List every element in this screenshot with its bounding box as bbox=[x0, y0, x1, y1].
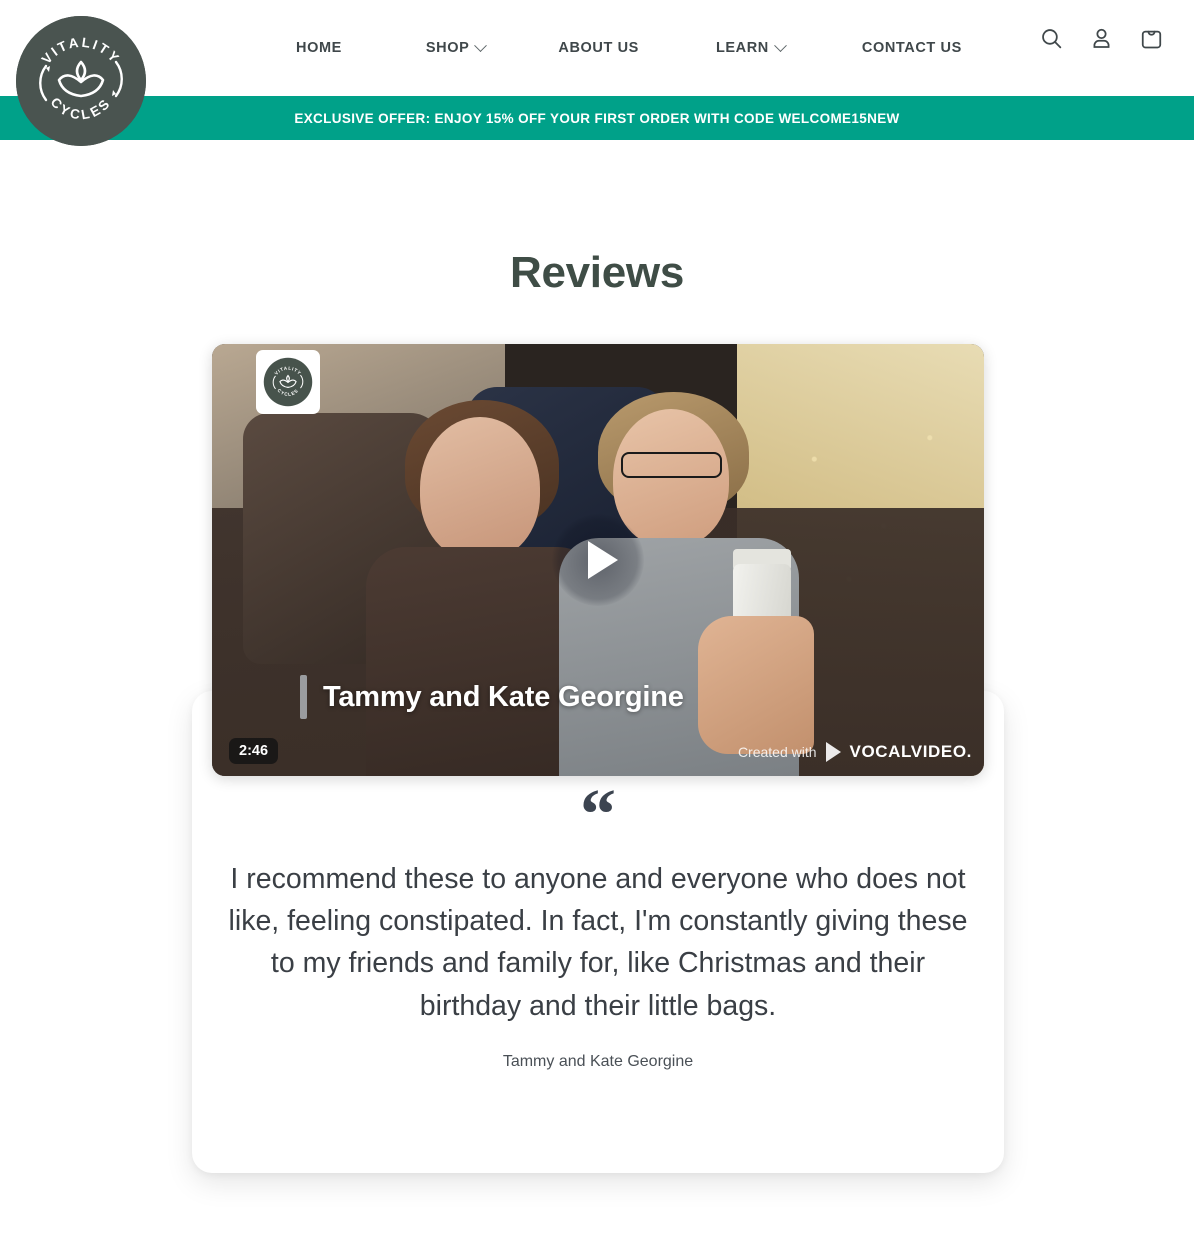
nav-label-contact-us: CONTACT US bbox=[861, 40, 962, 56]
main-navigation: HOME SHOP ABOUT US LEARN CONTACT US bbox=[296, 34, 962, 62]
vitality-cycles-logo-icon: VITALITY CYCLES bbox=[16, 16, 146, 146]
created-with-label: Created with bbox=[737, 744, 817, 760]
nav-label-learn: LEARN bbox=[715, 40, 769, 56]
site-header: VITALITY CYCLES HOME SHOP ABOUT US LEARN bbox=[0, 0, 1194, 146]
cart-icon[interactable] bbox=[1139, 26, 1164, 51]
video-watermark-logo: VITALITY CYCLES bbox=[256, 350, 320, 414]
video-caption: Tammy and Kate Georgine bbox=[300, 675, 684, 719]
brand-logo[interactable]: VITALITY CYCLES bbox=[16, 16, 146, 146]
review-quote-text: I recommend these to anyone and everyone… bbox=[228, 863, 968, 1022]
chevron-down-icon bbox=[774, 38, 787, 52]
nav-item-home[interactable]: HOME bbox=[296, 34, 342, 62]
promo-banner: EXCLUSIVE OFFER: ENJOY 15% OFF YOUR FIRS… bbox=[0, 96, 1194, 140]
promo-banner-text: EXCLUSIVE OFFER: ENJOY 15% OFF YOUR FIRS… bbox=[294, 110, 900, 126]
quote-mark-icon: “ bbox=[580, 774, 616, 854]
header-icon-group bbox=[1039, 26, 1164, 51]
play-triangle-icon bbox=[587, 541, 618, 579]
review-author: Tammy and Kate Georgine bbox=[502, 1052, 694, 1070]
review-quote-block: “ I recommend these to anyone and everyo… bbox=[192, 774, 1004, 1071]
play-button[interactable] bbox=[552, 514, 644, 606]
review-video-player[interactable]: VITALITY CYCLES Tammy and Kate Georgine … bbox=[212, 344, 984, 776]
search-icon[interactable] bbox=[1039, 26, 1064, 51]
vitality-cycles-logo-icon: VITALITY CYCLES bbox=[263, 357, 313, 407]
vocalvideo-wordmark: VOCALVIDEO. bbox=[849, 742, 972, 761]
nav-label-about-us: ABOUT US bbox=[558, 40, 639, 56]
vocalvideo-branding[interactable]: Created with VOCALVIDEO. bbox=[738, 742, 972, 762]
nav-item-about-us[interactable]: ABOUT US bbox=[558, 34, 639, 62]
nav-label-shop: SHOP bbox=[425, 40, 470, 56]
reviews-section: VITALITY CYCLES Tammy and Kate Georgine … bbox=[0, 344, 1194, 1184]
nav-label-home: HOME bbox=[296, 40, 342, 56]
vocalvideo-play-icon bbox=[825, 742, 841, 762]
account-icon[interactable] bbox=[1089, 26, 1114, 51]
nav-item-shop[interactable]: SHOP bbox=[425, 34, 488, 62]
chevron-down-icon bbox=[474, 38, 488, 52]
video-duration-badge: 2:46 bbox=[229, 738, 279, 764]
nav-item-contact-us[interactable]: CONTACT US bbox=[862, 34, 962, 62]
video-caption-name: Tammy and Kate Georgine bbox=[323, 680, 684, 713]
nav-item-learn[interactable]: LEARN bbox=[715, 34, 787, 62]
page-title: Reviews bbox=[509, 248, 684, 297]
caption-accent-bar bbox=[300, 675, 307, 719]
